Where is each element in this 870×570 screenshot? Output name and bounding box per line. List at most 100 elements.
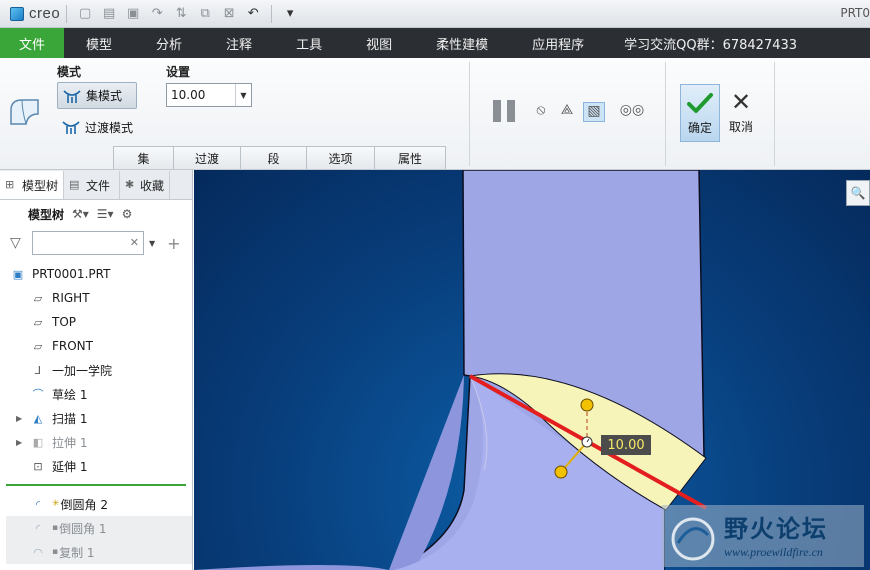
tree-item-copy-1[interactable]: ◠ ▪ 复制 1 [6, 540, 192, 564]
datum-plane-icon: ▱ [33, 291, 43, 305]
menu-bar: 文件 模型 分析 注释 工具 视图 柔性建模 应用程序 学习交流QQ群：6784… [0, 28, 870, 58]
tree-item-extrude[interactable]: ▶ ◧ 拉伸 1 [0, 430, 192, 454]
radius-input[interactable]: 10.00 ▼ [166, 83, 252, 107]
coordinate-system-icon: ⅃ [34, 363, 42, 377]
tree-search-input[interactable]: ✕ [32, 231, 144, 255]
close-icon: ✕ [730, 88, 752, 116]
regenerate-icon[interactable]: ⇅ [173, 6, 189, 22]
sweep-icon: ◭ [33, 411, 43, 425]
graphics-window[interactable]: 10.00 🔍 野火论坛 www.proewildfire.cn [194, 170, 870, 570]
new-file-icon[interactable]: ▢ [77, 6, 93, 22]
tree-settings-icon[interactable]: ⚒▾ [72, 207, 89, 221]
customize-toolbar-icon[interactable]: ▾ [282, 6, 298, 22]
tree-icon: ⊞ [5, 178, 15, 191]
menu-model[interactable]: 模型 [64, 28, 134, 58]
verify-mode-icon[interactable]: ▧ [583, 102, 605, 122]
round-icon: ◜ [35, 497, 41, 511]
open-file-icon[interactable]: ▤ [101, 6, 117, 22]
chevron-down-icon[interactable]: ▼ [149, 239, 155, 248]
geometry-preview-icon[interactable]: ⟁ [556, 102, 578, 122]
menu-analysis[interactable]: 分析 [134, 28, 204, 58]
round-tool-icon [10, 99, 39, 125]
expand-icon[interactable]: ▶ [16, 438, 22, 447]
datum-plane-icon: ▱ [33, 339, 43, 353]
model-tree-toolbar: 模型树 ⚒▾ ☰▾ ⚙ [0, 200, 192, 228]
chevron-down-icon[interactable]: ▼ [235, 84, 251, 106]
ribbon-separator [665, 62, 666, 166]
model-tree-label: 模型树 [28, 207, 65, 222]
filter-icon[interactable]: ▽ [10, 235, 26, 251]
tree-filter-settings-icon[interactable]: ⚙ [122, 207, 133, 221]
cancel-button[interactable]: ✕ 取消 [724, 84, 758, 142]
tree-item-extend[interactable]: ⊡ 延伸 1 [0, 454, 192, 478]
show-menu-icon[interactable]: ☰▾ [97, 207, 114, 221]
tree-item-csys[interactable]: ⅃ 一加一学院 [0, 358, 192, 382]
expand-icon[interactable]: ▶ [16, 414, 22, 423]
ribbon-separator [469, 62, 470, 166]
add-icon[interactable]: + [167, 234, 180, 253]
round-icon: ◜ [35, 521, 41, 535]
undo-icon[interactable]: ↶ [245, 6, 261, 22]
transition-mode-icon [62, 121, 80, 134]
redo-icon[interactable]: ↷ [149, 6, 165, 22]
watermark: 野火论坛 www.proewildfire.cn [662, 505, 864, 567]
copy-icon: ◠ [33, 545, 43, 559]
creo-cube-icon [10, 6, 24, 21]
pause-icon[interactable] [493, 100, 515, 122]
extend-icon: ⊡ [33, 459, 43, 473]
folder-icon: ▤ [69, 178, 80, 191]
tree-item-round-1[interactable]: ◜ ▪ 倒圆角 1 [6, 516, 192, 540]
clear-icon[interactable]: ✕ [130, 236, 139, 249]
ok-button[interactable]: 确定 [680, 84, 720, 142]
tree-item-part[interactable]: ▣ PRT0001.PRT [0, 262, 192, 286]
set-mode-button[interactable]: 集模式 [57, 82, 137, 109]
panel-tabs: 集 过渡 段 选项 属性 [113, 146, 446, 169]
no-preview-icon[interactable]: ⦸ [530, 102, 552, 122]
menu-tools[interactable]: 工具 [274, 28, 344, 58]
close-window-icon[interactable]: ⊠ [221, 6, 237, 22]
tab-favorites[interactable]: ✱ 收藏 [120, 171, 171, 199]
tab-options[interactable]: 选项 [306, 146, 375, 169]
quick-access-toolbar: creo ▢ ▤ ▣ ↷ ⇅ ⧉ ⊠ ↶ ▾ PRT0 [0, 0, 870, 28]
datum-plane-icon: ▱ [33, 315, 43, 329]
watermark-logo [671, 517, 715, 561]
window-title: PRT0 [840, 6, 870, 20]
save-icon[interactable]: ▣ [125, 6, 141, 22]
navigator-tabs: ⊞ 模型树 ▤ 文件 ✱ 收藏 [0, 170, 192, 200]
menu-file[interactable]: 文件 [0, 28, 65, 58]
radius-dimension-label[interactable]: 10.00 [601, 435, 651, 455]
tree-item-sweep[interactable]: ▶ ◭ 扫描 1 [0, 406, 192, 430]
tab-transitions[interactable]: 过渡 [173, 146, 241, 169]
tree-item-top[interactable]: ▱ TOP [0, 310, 192, 334]
part-icon: ▣ [12, 267, 24, 281]
tab-sets[interactable]: 集 [113, 146, 174, 169]
model-tree: ▣ PRT0001.PRT ▱ RIGHT ▱ TOP ▱ FRONT ⅃ 一加… [0, 258, 192, 564]
tab-folder-browser[interactable]: ▤ 文件 [64, 171, 121, 199]
ribbon-separator [774, 62, 775, 166]
tree-item-round-2[interactable]: ◜ ✳ 倒圆角 2 [0, 492, 192, 516]
tree-item-right[interactable]: ▱ RIGHT [0, 286, 192, 310]
qq-group-text: 学习交流QQ群：678427433 [624, 37, 798, 53]
tree-item-sketch[interactable]: ⌒ 草绘 1 [0, 382, 192, 406]
favorites-icon: ✱ [125, 178, 135, 191]
menu-applications[interactable]: 应用程序 [510, 28, 606, 58]
tree-filter-row: ▽ ✕ ▼ + [0, 228, 192, 258]
navigator-panel: ⊞ 模型树 ▤ 文件 ✱ 收藏 模型树 ⚒▾ ☰▾ ⚙ ▽ ✕ ▼ + ▣ PR… [0, 170, 193, 570]
tree-item-front[interactable]: ▱ FRONT [0, 334, 192, 358]
round-ribbon: 模式 集模式 过渡模式 设置 10.00 ▼ 集 过渡 段 选项 属性 ⦸ ⟁ … [0, 58, 870, 170]
tab-properties[interactable]: 属性 [374, 146, 446, 169]
checkmark-icon [687, 93, 713, 113]
settings-group-label: 设置 [166, 65, 191, 79]
insert-here-line [6, 484, 186, 486]
menu-flexible-modeling[interactable]: 柔性建模 [414, 28, 510, 58]
transition-mode-button[interactable]: 过渡模式 [57, 116, 133, 138]
glasses-preview-icon[interactable]: ◎◎ [618, 102, 646, 122]
menu-annotate[interactable]: 注释 [204, 28, 274, 58]
tab-pieces[interactable]: 段 [240, 146, 307, 169]
mode-group-label: 模式 [57, 65, 82, 79]
zoom-icon[interactable]: 🔍 [846, 180, 870, 206]
creo-logo: creo [10, 5, 60, 22]
menu-view[interactable]: 视图 [344, 28, 414, 58]
tab-model-tree[interactable]: ⊞ 模型树 [0, 171, 65, 199]
windows-icon[interactable]: ⧉ [197, 6, 213, 22]
